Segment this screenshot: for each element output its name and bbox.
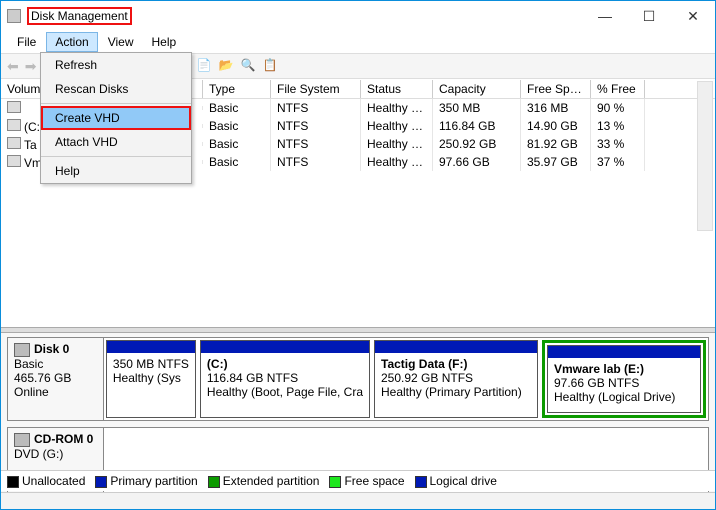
minimize-button[interactable]: — <box>583 2 627 30</box>
disk-info: Disk 0 Basic 465.76 GB Online <box>8 338 104 420</box>
disk-icon <box>14 343 30 357</box>
legend-item: Primary partition <box>95 474 197 488</box>
col-status[interactable]: Status <box>361 80 433 98</box>
extended-partition[interactable]: Vmware lab (E:)97.66 GB NTFSHealthy (Log… <box>542 340 706 418</box>
disk-type: Basic <box>14 357 97 371</box>
menu-help[interactable]: Help <box>144 33 185 51</box>
menu-help-item[interactable]: Help <box>41 159 191 183</box>
legend-item: Logical drive <box>415 474 497 488</box>
properties-icon[interactable]: 📄 <box>196 58 212 74</box>
col-capacity[interactable]: Capacity <box>433 80 521 98</box>
menu-refresh[interactable]: Refresh <box>41 53 191 77</box>
partition[interactable]: (C:)116.84 GB NTFSHealthy (Boot, Page Fi… <box>200 340 370 418</box>
disk-state: Online <box>14 385 97 399</box>
cdrom-icon <box>14 433 30 447</box>
action-dropdown: Refresh Rescan Disks Create VHD Attach V… <box>40 52 192 184</box>
menu-bar: File Action View Help <box>1 31 715 53</box>
scrollbar[interactable] <box>697 81 713 231</box>
legend: Unallocated Primary partition Extended par… <box>1 470 715 491</box>
menu-action[interactable]: Action <box>46 32 97 52</box>
menu-separator <box>41 156 191 157</box>
partition[interactable]: 350 MB NTFSHealthy (Sys <box>106 340 196 418</box>
disk-name: Disk 0 <box>34 342 69 356</box>
refresh-icon[interactable]: 📂 <box>218 58 234 74</box>
app-icon <box>7 9 21 23</box>
help-icon[interactable]: 🔍 <box>240 58 256 74</box>
legend-item: Free space <box>329 474 404 488</box>
back-icon: ⬅ <box>7 58 19 75</box>
legend-item: Unallocated <box>7 474 85 488</box>
col-pctfree[interactable]: % Free <box>591 80 645 98</box>
partition[interactable]: Tactig Data (F:)250.92 GB NTFSHealthy (P… <box>374 340 538 418</box>
menu-separator <box>41 103 191 104</box>
disk-size: 465.76 GB <box>14 371 97 385</box>
disk-row[interactable]: Disk 0 Basic 465.76 GB Online 350 MB NTF… <box>7 337 709 421</box>
menu-create-vhd[interactable]: Create VHD <box>41 106 191 130</box>
status-bar <box>1 492 715 509</box>
title-bar: Disk Management — ☐ ✕ <box>1 1 715 31</box>
col-freespace[interactable]: Free Spa... <box>521 80 591 98</box>
close-button[interactable]: ✕ <box>671 2 715 30</box>
disk-type: DVD (G:) <box>14 447 97 461</box>
menu-attach-vhd[interactable]: Attach VHD <box>41 130 191 154</box>
menu-rescan-disks[interactable]: Rescan Disks <box>41 77 191 101</box>
forward-icon: ➡ <box>25 58 37 75</box>
menu-file[interactable]: File <box>9 33 44 51</box>
settings-icon[interactable]: 📋 <box>262 58 278 74</box>
disk-name: CD-ROM 0 <box>34 432 93 446</box>
legend-item: Extended partition <box>208 474 320 488</box>
col-type[interactable]: Type <box>203 80 271 98</box>
maximize-button[interactable]: ☐ <box>627 2 671 30</box>
window-title: Disk Management <box>27 7 132 25</box>
menu-view[interactable]: View <box>100 33 142 51</box>
col-filesystem[interactable]: File System <box>271 80 361 98</box>
